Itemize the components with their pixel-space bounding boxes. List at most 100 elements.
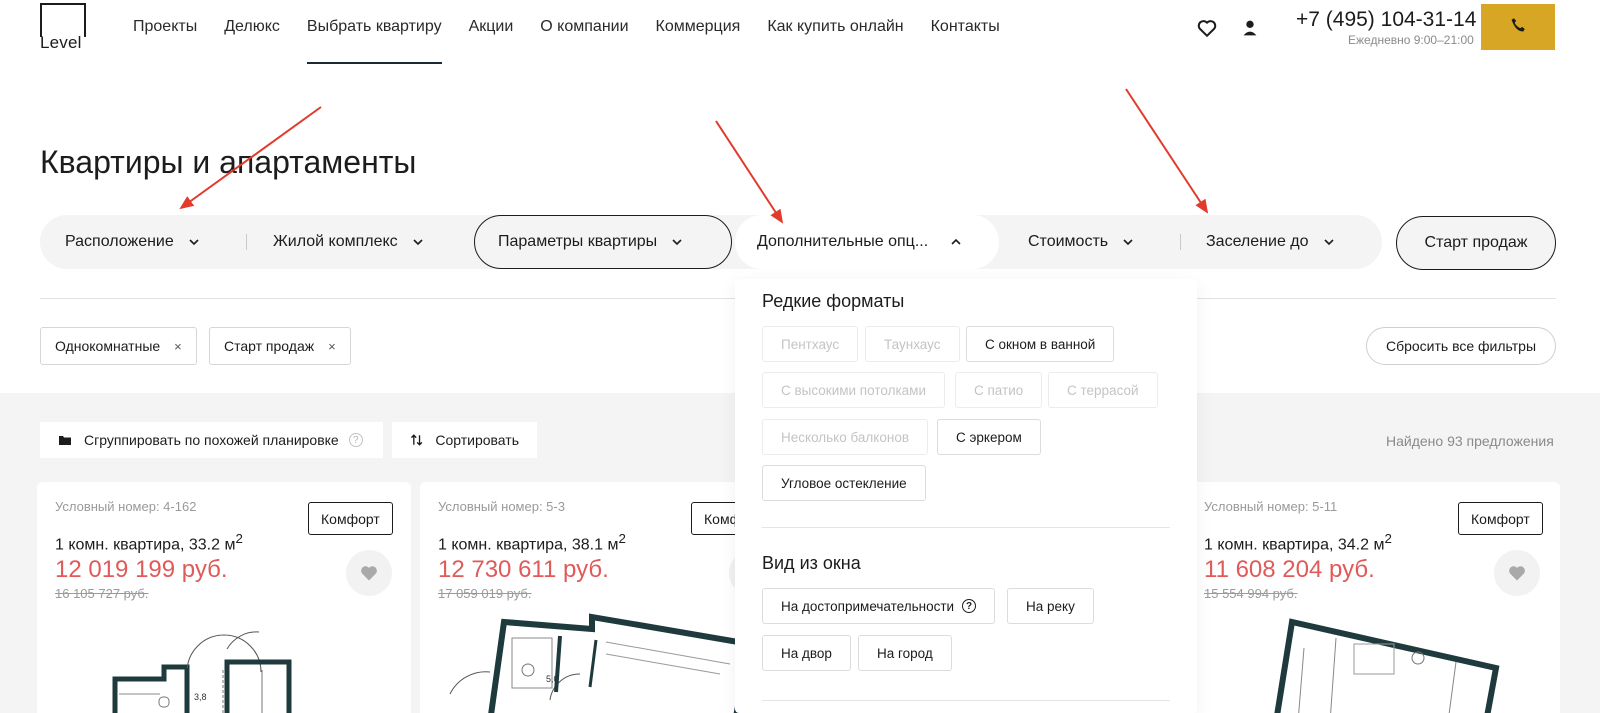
chevron-down-icon bbox=[1123, 239, 1133, 246]
filter-price-label: Стоимость bbox=[1028, 233, 1109, 250]
filter-move-in[interactable]: Заселение до bbox=[1206, 215, 1335, 269]
nav-item-about[interactable]: О компании bbox=[540, 17, 628, 63]
help-icon[interactable]: ? bbox=[348, 433, 363, 447]
chevron-up-icon bbox=[951, 238, 961, 245]
apartment-title: 1 комн. квартира, 34.2 м2 bbox=[1204, 531, 1392, 554]
nav-item-commercial[interactable]: Коммерция bbox=[656, 17, 741, 63]
class-badge: Комфорт bbox=[308, 502, 393, 535]
apartment-title-text: 1 комн. квартира, 33.2 м bbox=[55, 536, 236, 554]
user-account-icon[interactable] bbox=[1239, 17, 1261, 39]
filter-separator bbox=[1180, 234, 1181, 250]
dropdown-divider bbox=[762, 527, 1170, 528]
chevron-down-icon bbox=[413, 239, 423, 246]
filter-bar: Расположение Жилой комплекс Параметры кв… bbox=[40, 215, 1382, 269]
phone-number[interactable]: +7 (495) 104-31-14 bbox=[1296, 8, 1476, 32]
room-size-label: 5,0 bbox=[546, 674, 559, 684]
nav-item-projects[interactable]: Проекты bbox=[133, 17, 197, 63]
filter-extra-label: Дополнительные опц... bbox=[757, 233, 929, 250]
option-high-ceilings: С высокими потолками bbox=[762, 372, 945, 408]
phone-icon bbox=[1509, 16, 1527, 39]
filter-move-in-label: Заселение до bbox=[1206, 233, 1309, 250]
option-multiple-balconies: Несколько балконов bbox=[762, 419, 929, 455]
filter-params-label: Параметры квартиры bbox=[498, 233, 658, 250]
page-title: Квартиры и апартаменты bbox=[40, 144, 417, 180]
apartment-title-text: 1 комн. квартира, 34.2 м bbox=[1204, 536, 1385, 554]
chip-label: Старт продаж bbox=[224, 338, 315, 354]
nav-item-contacts[interactable]: Контакты bbox=[931, 17, 1000, 63]
logo[interactable]: Level bbox=[40, 3, 88, 52]
apartment-card[interactable]: Условный номер: 4-162 1 комн. квартира, … bbox=[37, 482, 411, 713]
chip-remove-icon[interactable]: × bbox=[174, 339, 182, 354]
apartment-title: 1 комн. квартира, 38.1 м2 bbox=[438, 531, 626, 554]
chevron-down-icon bbox=[672, 239, 682, 246]
apartment-number: Условный номер: 4-162 bbox=[55, 499, 197, 514]
option-penthouse: Пентхаус bbox=[762, 326, 859, 362]
annotation-arrow-options bbox=[715, 120, 784, 224]
sort-label: Сортировать bbox=[435, 432, 519, 448]
option-view-river[interactable]: На реку bbox=[1007, 588, 1094, 624]
area-unit-superscript: 2 bbox=[1384, 531, 1392, 546]
area-unit-superscript: 2 bbox=[618, 531, 626, 546]
option-townhouse: Таунхаус bbox=[865, 326, 960, 362]
apartment-price: 12 019 199 руб. bbox=[55, 556, 228, 583]
filter-location-label: Расположение bbox=[65, 233, 174, 250]
group-by-label: Сгруппировать по похожей планировке bbox=[84, 432, 339, 448]
filter-complex-label: Жилой комплекс bbox=[273, 233, 398, 250]
chevron-down-icon bbox=[189, 239, 199, 246]
working-hours: Ежедневно 9:00–21:00 bbox=[1348, 33, 1474, 47]
filter-location[interactable]: Расположение bbox=[65, 215, 200, 269]
nav-item-choose-apartment[interactable]: Выбрать квартиру bbox=[306, 17, 442, 64]
option-view-landmarks-label: На достопримечательности bbox=[781, 598, 955, 614]
option-bay-window[interactable]: С эркером bbox=[937, 419, 1041, 455]
option-corner-glazing[interactable]: Угловое остекление bbox=[762, 465, 926, 501]
nav-item-buy-online[interactable]: Как купить онлайн bbox=[767, 17, 903, 63]
active-filter-chip-start-sales: Старт продаж × bbox=[209, 327, 351, 365]
apartment-number: Условный номер: 5-11 bbox=[1204, 499, 1338, 514]
filter-additional-options[interactable]: Дополнительные опц... bbox=[735, 215, 999, 269]
heart-icon bbox=[361, 566, 377, 581]
sort-button[interactable]: Сортировать bbox=[392, 422, 537, 458]
help-icon[interactable]: ? bbox=[962, 599, 977, 613]
apartment-title-text: 1 комн. квартира, 38.1 м bbox=[438, 536, 619, 554]
filter-residential-complex[interactable]: Жилой комплекс bbox=[273, 215, 424, 269]
option-patio: С патио bbox=[955, 372, 1043, 408]
chip-label: Однокомнатные bbox=[55, 338, 161, 354]
results-count: Найдено 93 предложения bbox=[1386, 433, 1554, 449]
heart-icon bbox=[1509, 566, 1525, 581]
apartment-old-price: 17 059 019 руб. bbox=[438, 586, 532, 601]
apartment-title: 1 комн. квартира, 33.2 м2 bbox=[55, 531, 243, 554]
main-nav: Проекты Делюкс Выбрать квартиру Акции О … bbox=[133, 17, 1027, 64]
apartment-card[interactable]: Условный номер: 5-11 1 комн. квартира, 3… bbox=[1186, 482, 1560, 713]
chevron-down-icon bbox=[1323, 239, 1334, 246]
reset-all-filters-button[interactable]: Сбросить все фильтры bbox=[1366, 327, 1556, 365]
filter-price[interactable]: Стоимость bbox=[1028, 215, 1134, 269]
option-view-landmarks[interactable]: На достопримечательности ? bbox=[762, 588, 996, 624]
nav-item-promotions[interactable]: Акции bbox=[469, 17, 514, 63]
apartment-price: 12 730 611 руб. bbox=[438, 556, 609, 583]
filter-apartment-params[interactable]: Параметры квартиры bbox=[474, 215, 732, 269]
folder-icon bbox=[59, 436, 71, 445]
room-size-label: 3,8 bbox=[194, 692, 207, 702]
call-button[interactable] bbox=[1481, 4, 1555, 50]
favorite-button[interactable] bbox=[1494, 550, 1540, 596]
apartment-old-price: 15 554 994 руб. bbox=[1204, 586, 1298, 601]
dropdown-divider bbox=[762, 700, 1170, 701]
option-view-yard[interactable]: На двор bbox=[762, 635, 851, 671]
area-unit-superscript: 2 bbox=[235, 531, 243, 546]
option-terrace: С террасой bbox=[1048, 372, 1158, 408]
chip-remove-icon[interactable]: × bbox=[328, 339, 336, 354]
rare-formats-title: Редкие форматы bbox=[762, 291, 905, 311]
group-by-layout-button[interactable]: Сгруппировать по похожей планировке ? bbox=[40, 422, 383, 458]
nav-item-deluxe[interactable]: Делюкс bbox=[224, 17, 280, 63]
option-bathroom-window[interactable]: С окном в ванной bbox=[966, 326, 1115, 362]
class-badge: Комфорт bbox=[1458, 502, 1543, 535]
start-sales-toggle[interactable]: Старт продаж bbox=[1396, 216, 1556, 270]
favorite-button[interactable] bbox=[346, 550, 392, 596]
option-view-city[interactable]: На город bbox=[858, 635, 952, 671]
apartment-number: Условный номер: 5-3 bbox=[438, 499, 565, 514]
apartment-price: 11 608 204 руб. bbox=[1204, 556, 1375, 583]
site-header: Level Проекты Делюкс Выбрать квартиру Ак… bbox=[0, 0, 1600, 64]
favorites-heart-icon[interactable] bbox=[1196, 17, 1218, 39]
window-view-title: Вид из окна bbox=[762, 553, 861, 573]
active-filter-chip-one-room: Однокомнатные × bbox=[40, 327, 197, 365]
